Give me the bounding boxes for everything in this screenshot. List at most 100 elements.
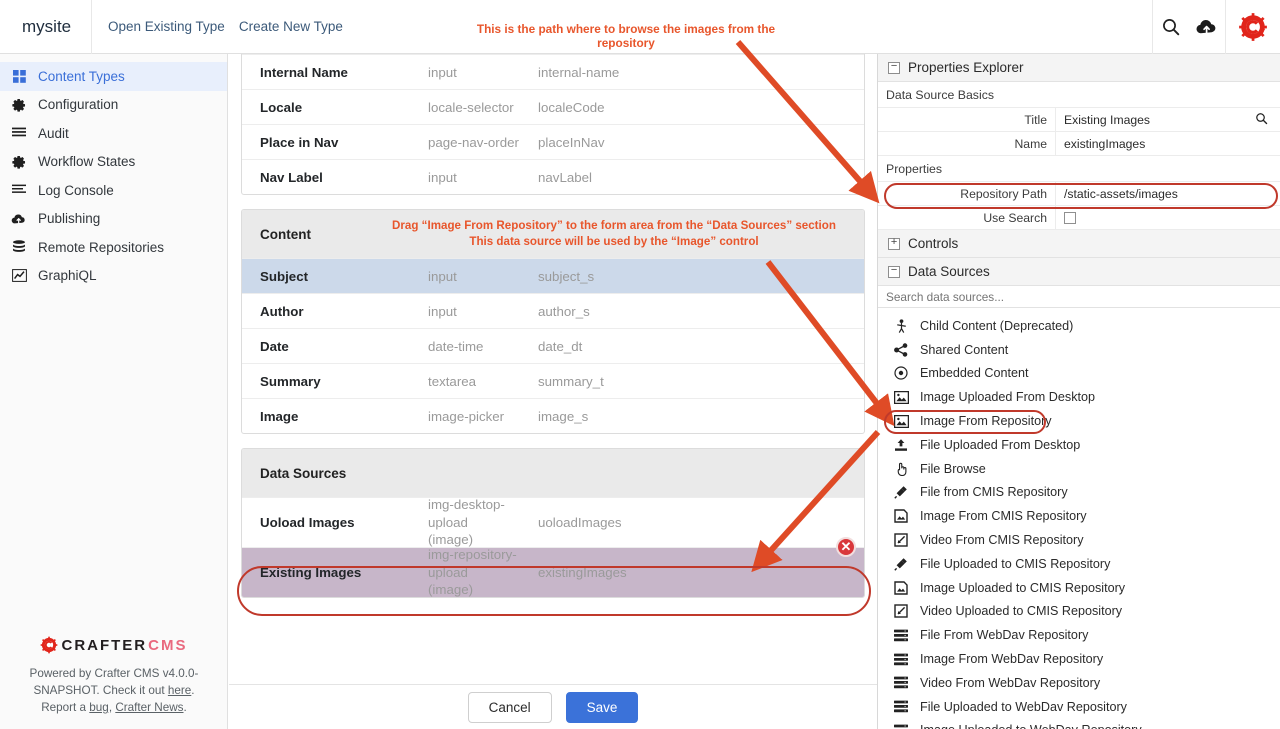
- list-item-label: File From WebDav Repository: [920, 628, 1089, 643]
- crafter-gear-logo[interactable]: [1226, 0, 1280, 54]
- annotation-line-1: Drag “Image From Repository” to the form…: [392, 219, 836, 233]
- nav-create-new-type[interactable]: Create New Type: [239, 19, 343, 34]
- property-value[interactable]: Existing Images: [1056, 108, 1280, 131]
- list-item-label: Video From WebDav Repository: [920, 675, 1101, 690]
- field-name: placeInNav: [538, 134, 605, 150]
- list-item[interactable]: Video From CMIS Repository: [878, 528, 1280, 552]
- search-data-sources-row: [878, 286, 1280, 308]
- footer-link-bug[interactable]: bug: [89, 701, 109, 714]
- sidebar-item-label: Audit: [38, 125, 69, 141]
- sidebar-item-configuration[interactable]: Configuration: [0, 91, 227, 120]
- property-label: Repository Path: [878, 182, 1056, 205]
- list-item[interactable]: File from CMIS Repository: [878, 481, 1280, 505]
- sidebar-item-graphiql[interactable]: GraphiQL: [0, 262, 227, 291]
- table-row[interactable]: Image image-picker image_s: [242, 398, 864, 433]
- list-item[interactable]: Image Uploaded to WebDav Repository: [878, 719, 1280, 729]
- gear-icon: [10, 155, 28, 169]
- list-item-label: File Uploaded From Desktop: [920, 437, 1081, 452]
- content-type-form: Page URL file-name file-name Internal Na…: [229, 54, 877, 729]
- properties-explorer-panel: − Properties Explorer Data Source Basics…: [877, 54, 1280, 729]
- list-item-label: File Browse: [920, 461, 986, 476]
- table-row[interactable]: Author input author_s: [242, 293, 864, 328]
- collapse-toggle-icon[interactable]: −: [888, 265, 900, 278]
- accordion-title: Data Sources: [908, 264, 990, 279]
- sidebar-item-remote-repositories[interactable]: Remote Repositories: [0, 233, 227, 262]
- datasource-label: Existing Images: [260, 565, 362, 580]
- footer-text-4: .: [183, 701, 187, 715]
- nav-open-existing-type[interactable]: Open Existing Type: [108, 19, 225, 34]
- field-control: date-time: [428, 338, 484, 354]
- crafter-cms-logo: CRAFTER CMS: [26, 636, 202, 654]
- sidebar-item-publishing[interactable]: Publishing: [0, 205, 227, 234]
- data-sources-section-card: Data Sources Uoload Images img-desktop-u…: [241, 448, 865, 598]
- list-item-label: Image Uploaded From Desktop: [920, 390, 1095, 405]
- list-item-label: Embedded Content: [920, 366, 1029, 381]
- collapse-toggle-icon[interactable]: −: [888, 61, 900, 74]
- footer-link-crafter-news[interactable]: Crafter News: [115, 701, 183, 714]
- table-row[interactable]: Existing Images img-repository-upload (i…: [242, 547, 864, 597]
- save-button[interactable]: Save: [565, 691, 639, 723]
- list-item[interactable]: File Uploaded to CMIS Repository: [878, 552, 1280, 576]
- table-row[interactable]: Summary textarea summary_t: [242, 363, 864, 398]
- list-item[interactable]: Shared Content: [878, 338, 1280, 362]
- field-name: summary_t: [538, 373, 604, 389]
- cancel-button[interactable]: Cancel: [467, 691, 552, 723]
- properties-explorer-header[interactable]: − Properties Explorer: [878, 54, 1280, 82]
- sidebar-item-label: Workflow States: [38, 154, 136, 170]
- field-control: input: [428, 268, 457, 284]
- list-item[interactable]: File From WebDav Repository: [878, 623, 1280, 647]
- list-item[interactable]: File Uploaded From Desktop: [878, 433, 1280, 457]
- list-item[interactable]: Video Uploaded to CMIS Repository: [878, 600, 1280, 624]
- field-control: image-picker: [428, 408, 505, 424]
- search-data-sources-input[interactable]: [886, 289, 1261, 304]
- sidebar-item-label: Remote Repositories: [38, 239, 165, 255]
- list-item[interactable]: Image From CMIS Repository: [878, 504, 1280, 528]
- list-item-label: Image From WebDav Repository: [920, 652, 1104, 667]
- repository-path-input[interactable]: /static-assets/images: [1056, 182, 1280, 205]
- field-control: page-nav-order: [428, 134, 519, 150]
- sidebar-item-label: Configuration: [38, 97, 119, 113]
- footer-link-here[interactable]: here: [168, 684, 191, 697]
- selected-datasource-row-wrap: ✕ Existing Images img-repository-upload …: [242, 537, 864, 597]
- list-item[interactable]: File Uploaded to WebDav Repository: [878, 695, 1280, 719]
- field-label: Summary: [260, 373, 321, 389]
- list-item[interactable]: Image Uploaded From Desktop: [878, 385, 1280, 409]
- list-icon: [10, 127, 28, 139]
- list-item[interactable]: File Browse: [878, 457, 1280, 481]
- publish-cloud-icon[interactable]: [1189, 0, 1225, 54]
- sidebar-item-log-console[interactable]: Log Console: [0, 176, 227, 205]
- field-control: locale-selector: [428, 99, 514, 115]
- site-brand[interactable]: mysite: [0, 0, 92, 54]
- delete-datasource-button[interactable]: ✕: [836, 537, 856, 557]
- repository-path-search-icon[interactable]: [1255, 112, 1268, 130]
- list-item[interactable]: Child Content (Deprecated): [878, 314, 1280, 338]
- search-icon[interactable]: [1153, 0, 1189, 54]
- property-value[interactable]: existingImages: [1056, 132, 1280, 155]
- property-row-name: Name existingImages: [878, 132, 1280, 156]
- property-row-title: Title Existing Images: [878, 108, 1280, 132]
- table-row[interactable]: Internal Name input internal-name: [242, 54, 864, 89]
- list-item[interactable]: Image From WebDav Repository: [878, 647, 1280, 671]
- table-row[interactable]: Nav Label input navLabel: [242, 159, 864, 194]
- datasource-control-line1: img-desktop-upload: [428, 496, 505, 530]
- list-item[interactable]: Image Uploaded to CMIS Repository: [878, 576, 1280, 600]
- field-control: textarea: [428, 373, 477, 389]
- share-icon: [892, 342, 910, 357]
- sidebar-item-workflow-states[interactable]: Workflow States: [0, 148, 227, 177]
- data-sources-accordion-header[interactable]: − Data Sources: [878, 258, 1280, 286]
- sidebar-item-audit[interactable]: Audit: [0, 119, 227, 148]
- table-row[interactable]: Locale locale-selector localeCode: [242, 89, 864, 124]
- table-row[interactable]: Subject input subject_s: [242, 258, 864, 293]
- expand-toggle-icon[interactable]: +: [888, 237, 900, 250]
- file-upload-icon: [892, 438, 910, 452]
- use-search-checkbox[interactable]: [1064, 211, 1076, 224]
- list-item[interactable]: Video From WebDav Repository: [878, 671, 1280, 695]
- list-item-image-from-repository[interactable]: Image From Repository: [878, 409, 1280, 433]
- list-item[interactable]: Embedded Content: [878, 362, 1280, 386]
- table-row[interactable]: Place in Nav page-nav-order placeInNav: [242, 124, 864, 159]
- sidebar-item-content-types[interactable]: Content Types: [0, 62, 227, 91]
- target-dot-icon: [892, 366, 910, 381]
- table-row[interactable]: Date date-time date_dt: [242, 328, 864, 363]
- controls-accordion-header[interactable]: + Controls: [878, 230, 1280, 258]
- table-row[interactable]: Uoload Images img-desktop-upload (image)…: [242, 497, 864, 547]
